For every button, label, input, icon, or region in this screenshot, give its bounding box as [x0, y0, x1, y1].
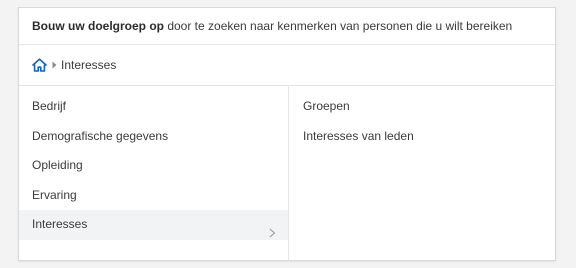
- category-list: Bedrijf Demografische gegevens Opleiding…: [19, 86, 289, 262]
- caret-right-icon: [50, 61, 58, 69]
- home-icon[interactable]: [32, 58, 47, 72]
- header-title: Bouw uw doelgroep op: [32, 19, 164, 33]
- category-item-interesses[interactable]: Interesses: [19, 210, 288, 240]
- category-item-demografische-gegevens[interactable]: Demografische gegevens: [19, 122, 288, 152]
- category-label: Bedrijf: [32, 99, 67, 113]
- breadcrumb-current: Interesses: [61, 58, 117, 72]
- category-label: Interesses: [32, 217, 88, 231]
- category-label: Demografische gegevens: [32, 128, 169, 143]
- subcategory-list: Groepen Interesses van leden: [289, 86, 555, 262]
- breadcrumb: Interesses: [19, 45, 555, 86]
- panel-header: Bouw uw doelgroep op door te zoeken naar…: [19, 8, 555, 45]
- subcategory-item-interesses-van-leden[interactable]: Interesses van leden: [289, 122, 555, 152]
- category-label: Opleiding: [32, 158, 83, 172]
- category-label: Ervaring: [32, 187, 77, 202]
- subcategory-label: Interesses van leden: [303, 128, 414, 143]
- subcategory-item-groepen[interactable]: Groepen: [289, 92, 555, 122]
- category-item-bedrijf[interactable]: Bedrijf: [19, 92, 288, 122]
- chevron-right-icon: [269, 220, 276, 238]
- subcategory-label: Groepen: [303, 99, 350, 113]
- category-item-ervaring[interactable]: Ervaring: [19, 181, 288, 211]
- audience-builder-panel: Bouw uw doelgroep op door te zoeken naar…: [18, 7, 556, 262]
- category-columns: Bedrijf Demografische gegevens Opleiding…: [19, 86, 555, 262]
- header-description: door te zoeken naar kenmerken van person…: [164, 19, 513, 33]
- category-item-opleiding[interactable]: Opleiding: [19, 151, 288, 181]
